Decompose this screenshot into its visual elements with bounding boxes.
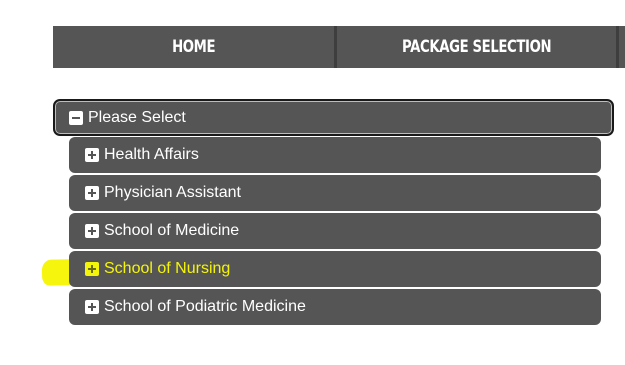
plus-box-icon: [85, 300, 99, 314]
option-label: Physician Assistant: [104, 184, 241, 201]
dropdown-header[interactable]: Please Select: [53, 99, 614, 136]
nav-package-selection[interactable]: Package Selection: [337, 26, 619, 68]
option-school-of-nursing[interactable]: School of Nursing: [69, 251, 601, 287]
nav-package-selection-label: Package Selection: [401, 37, 552, 57]
plus-box-icon: [85, 148, 99, 162]
option-school-of-medicine[interactable]: School of Medicine: [69, 213, 601, 249]
dropdown-selected-label: Please Select: [88, 108, 186, 126]
option-label: Health Affairs: [104, 146, 199, 163]
option-physician-assistant[interactable]: Physician Assistant: [69, 175, 601, 211]
plus-box-icon: [85, 224, 99, 238]
plus-box-icon: [85, 262, 99, 276]
option-label: School of Medicine: [104, 222, 240, 239]
option-school-of-podiatric-medicine[interactable]: School of Podiatric Medicine: [69, 289, 601, 325]
plus-box-icon: [85, 186, 99, 200]
nav-home[interactable]: Home: [53, 26, 337, 68]
option-health-affairs[interactable]: Health Affairs: [69, 137, 601, 173]
top-nav: Home Package Selection: [53, 26, 625, 68]
nav-home-label: Home: [171, 37, 216, 57]
minus-box-icon: [69, 110, 83, 125]
page: Home Package Selection Please Select Hea…: [0, 0, 625, 365]
nav-filler: [619, 26, 625, 68]
option-label: School of Nursing: [104, 260, 231, 277]
option-label: School of Podiatric Medicine: [104, 298, 306, 315]
